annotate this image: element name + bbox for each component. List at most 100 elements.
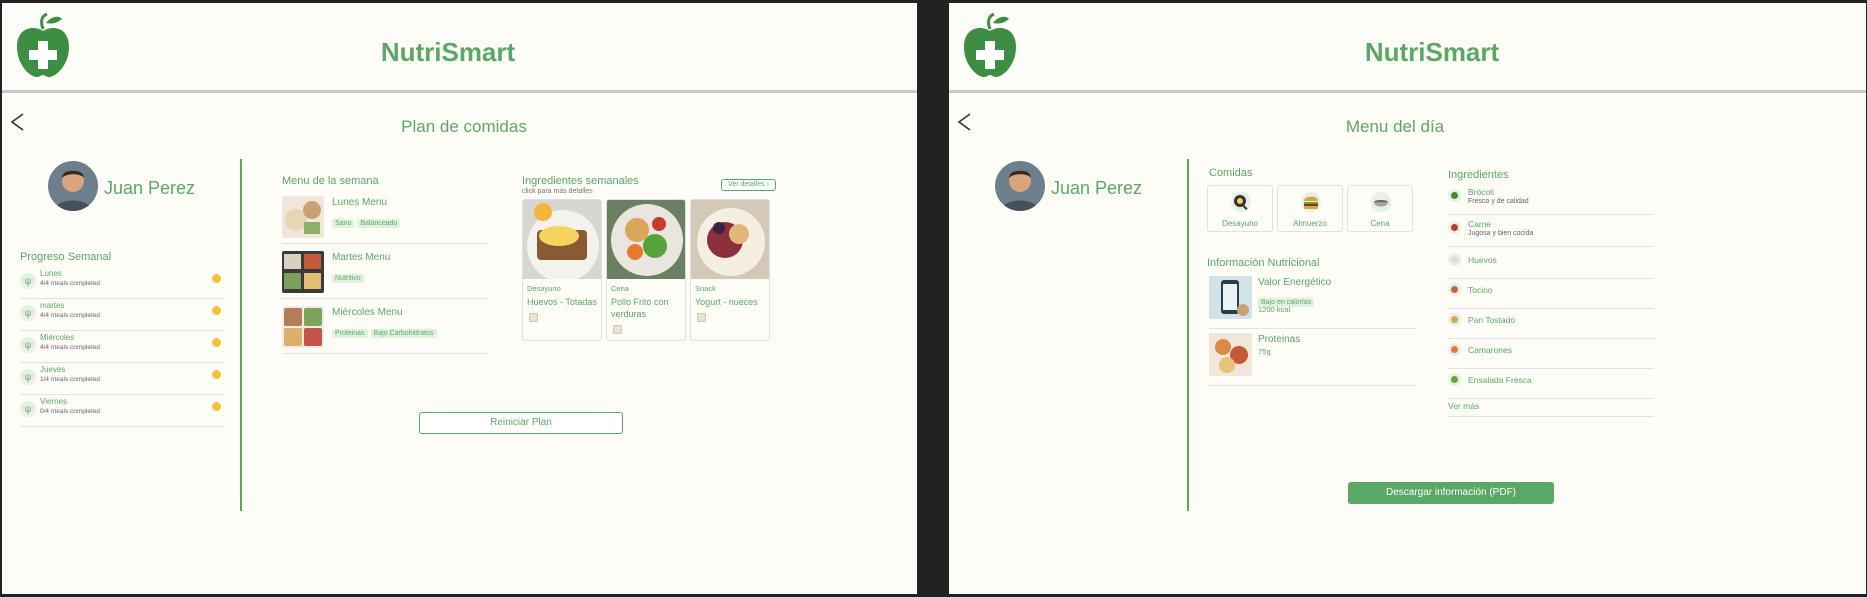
- card-name: Huevos - Totadas: [527, 297, 597, 307]
- avatar[interactable]: [995, 161, 1045, 211]
- progress-day-status: 1/4 meals completed: [40, 376, 100, 383]
- progress-day-status: 0/4 meals completed: [40, 408, 100, 415]
- broccoli-icon: [1448, 189, 1461, 202]
- avatar-photo: [995, 161, 1045, 211]
- user-name: Juan Perez: [1051, 178, 1143, 198]
- smiley-icon: [212, 402, 221, 411]
- see-more-row[interactable]: Ver más: [1448, 397, 1654, 417]
- progress-day-jueves[interactable]: ψ Jueves 1/4 meals completed: [20, 365, 225, 395]
- nutrition-name: Proteinas: [1258, 334, 1301, 345]
- meal-label: Cena: [1370, 219, 1390, 228]
- plan-screen: NutriSmart Plan de comidas Juan Perez Pr…: [2, 3, 917, 594]
- smiley-icon: [212, 338, 221, 347]
- reset-plan-button[interactable]: Reiniciar Plan: [419, 412, 623, 434]
- progress-day-status: 4/4 meals completed: [40, 312, 100, 319]
- tag: Balanceado: [357, 219, 401, 228]
- card-photo: [523, 200, 601, 279]
- menu-item-miercoles[interactable]: Miércoles Menu Proteinas Bajo Carbohidrat…: [282, 306, 487, 354]
- progress-day-martes[interactable]: ψ martes 4/4 meals completed: [20, 301, 225, 331]
- back-arrow-icon[interactable]: [955, 111, 973, 133]
- ingredient-name: Carne: [1468, 219, 1492, 229]
- nutrition-item-protein[interactable]: Proteinas 75g: [1209, 333, 1416, 386]
- cutlery-icon: ψ: [20, 369, 36, 385]
- tag: Sano: [332, 219, 355, 228]
- tag: Proteinas: [332, 329, 368, 338]
- smiley-icon: [212, 370, 221, 379]
- ingredient-name: Brócoli: [1468, 187, 1494, 197]
- menu-item-lunes[interactable]: Lunes Menu Sano Balanceado: [282, 196, 487, 244]
- vertical-divider: [1187, 159, 1189, 511]
- tag: Bajo Carbohidratos: [370, 329, 437, 338]
- toast-icon: [1448, 313, 1461, 326]
- smiley-icon: [212, 274, 221, 283]
- page-title: Menu del día: [1345, 117, 1445, 136]
- ingredient-card[interactable]: Snack Yogurt - nueces: [690, 199, 770, 341]
- cutlery-icon: ψ: [20, 305, 36, 321]
- nutrition-value: 75g: [1258, 347, 1271, 356]
- progress-day-label: martes: [40, 301, 65, 310]
- apple-logo-icon: [964, 13, 1016, 77]
- week-menu-title: Menu de la semana: [282, 175, 379, 187]
- progress-day-viernes[interactable]: ψ Viernes 0/4 meals completed: [20, 397, 225, 427]
- ingredient-row[interactable]: Carne Jugosa y bien cocida: [1448, 217, 1654, 247]
- ingredients-title: Ingredientes: [1448, 169, 1509, 181]
- ingredient-name: Tocino: [1468, 285, 1493, 295]
- ingredient-row[interactable]: Ensalada Fresca: [1448, 369, 1654, 399]
- ingredient-row[interactable]: Pan Tostado: [1448, 309, 1654, 339]
- card-name: Yogurt - nueces: [695, 297, 758, 307]
- nutrition-item-energy[interactable]: Valor Energético Bajo en calorías 1200 k…: [1209, 276, 1416, 329]
- menu-item-tags: Nutritivo: [332, 267, 367, 285]
- progress-day-miercoles[interactable]: ψ Miércoles 4/4 meals completed: [20, 333, 225, 363]
- avatar-photo: [48, 161, 98, 211]
- nutrition-title: Información Nutricional: [1207, 257, 1320, 269]
- chevron-right-icon: ›: [766, 181, 769, 188]
- see-more-link[interactable]: Ver más: [1448, 401, 1479, 411]
- progress-day-lunes[interactable]: ψ Lunes 4/4 meals completed: [20, 269, 225, 299]
- ingredient-row[interactable]: Tocino: [1448, 279, 1654, 309]
- ingredient-row[interactable]: Camarones: [1448, 339, 1654, 369]
- avatar[interactable]: [48, 161, 98, 211]
- ingredient-row[interactable]: Brócoli Fresco y de calidad: [1448, 185, 1654, 215]
- back-arrow-icon[interactable]: [8, 111, 26, 133]
- user-name: Juan Perez: [104, 178, 196, 198]
- download-pdf-button[interactable]: Descargar información (PDF): [1348, 482, 1554, 504]
- tag: Nutritivo: [332, 274, 364, 283]
- ingredient-card[interactable]: Desayuno Huevos - Totadas: [522, 199, 602, 341]
- progress-day-label: Lunes: [40, 269, 62, 278]
- card-category: Snack: [695, 284, 716, 293]
- ingredient-row[interactable]: Huevos: [1448, 249, 1654, 279]
- bacon-icon: [1448, 283, 1461, 296]
- meal-cena[interactable]: Cena: [1347, 185, 1413, 232]
- card-photo: [607, 200, 685, 279]
- ingredient-desc: Fresco y de calidad: [1468, 198, 1529, 205]
- nutrition-thumbnail: [1209, 276, 1252, 319]
- nutrition-value: 1200 kcal: [1258, 305, 1291, 314]
- egg-icon: [1448, 253, 1461, 266]
- meat-icon: [1448, 221, 1461, 234]
- menu-item-martes[interactable]: Martes Menu Nutritivo: [282, 251, 487, 299]
- card-category: Cena: [611, 284, 629, 293]
- weekly-ingredients-hint: click para más detalles: [522, 188, 593, 195]
- ingredient-name: Camarones: [1468, 345, 1512, 355]
- view-details-button[interactable]: Ver detalles ›: [721, 179, 776, 191]
- ingredient-card[interactable]: Cena Pollo Frito con verduras: [606, 199, 686, 341]
- menu-item-title: Lunes Menu: [332, 197, 388, 208]
- nutrition-name: Valor Energético: [1258, 277, 1332, 288]
- progress-day-label: Miércoles: [40, 333, 75, 342]
- salad-icon: [1448, 373, 1461, 386]
- menu-item-tags: Proteinas Bajo Carbohidratos: [332, 322, 440, 340]
- app-header: NutriSmart: [949, 3, 1866, 93]
- smiley-icon: [212, 306, 221, 315]
- card-category: Desayuno: [527, 284, 561, 293]
- ingredient-name: Ensalada Fresca: [1468, 375, 1532, 385]
- nutrition-thumbnail: [1209, 333, 1252, 376]
- cutlery-icon: ψ: [20, 337, 36, 353]
- progress-day-label: Jueves: [40, 365, 66, 374]
- ingredient-desc: Jugosa y bien cocida: [1468, 230, 1534, 237]
- frying-pan-icon: [1231, 192, 1251, 212]
- day-menu-screen: NutriSmart Menu del día Juan Perez Comid…: [949, 3, 1866, 594]
- meal-desayuno[interactable]: Desayuno: [1207, 185, 1273, 232]
- menu-thumbnail: [282, 196, 324, 238]
- card-photo: [691, 200, 769, 279]
- meal-almuerzo[interactable]: Almuerzo: [1277, 185, 1343, 232]
